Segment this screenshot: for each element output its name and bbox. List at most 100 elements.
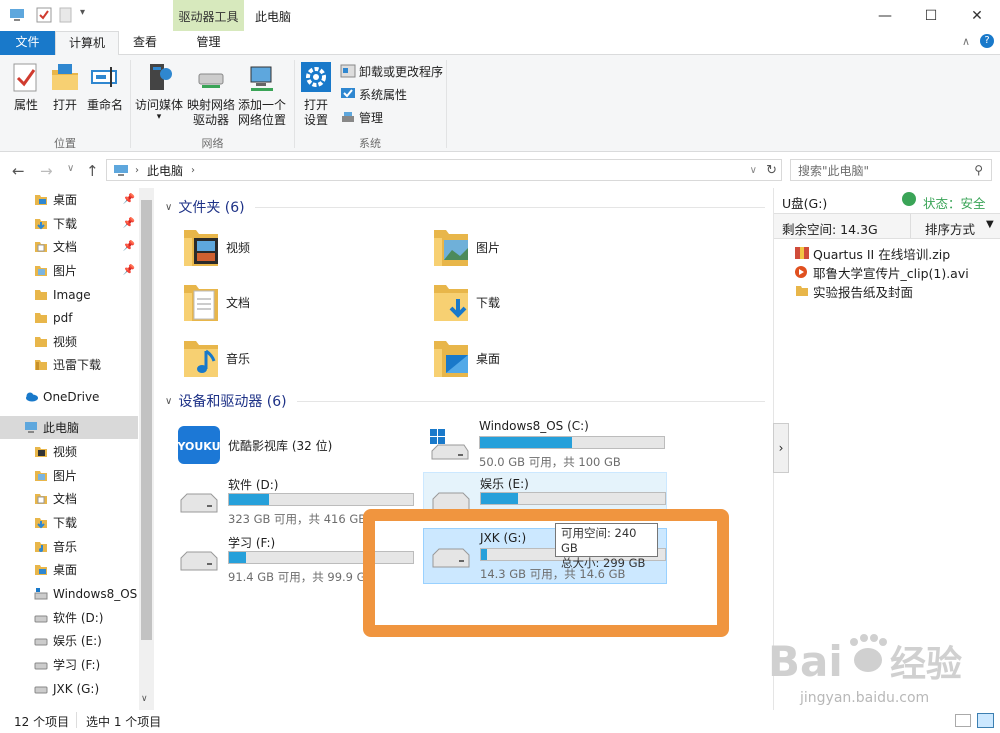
pin-icon[interactable]: 📌 — [123, 265, 135, 276]
sidebar-item-pc-downloads[interactable]: 下载 — [0, 511, 138, 534]
drive-icon — [34, 662, 48, 670]
sidebar-item-pc-music[interactable]: 音乐 — [0, 535, 138, 558]
file-name: Quartus II 在线培训.zip — [813, 246, 951, 262]
folder-videos[interactable]: 视频 — [182, 226, 250, 268]
window-title: 此电脑 — [255, 10, 292, 24]
tab-computer[interactable]: 计算机 — [55, 31, 119, 56]
manage-button[interactable]: 管理 — [340, 106, 383, 128]
breadcrumb-separator-icon[interactable]: › — [191, 165, 195, 176]
tab-file[interactable]: 文件 — [0, 31, 55, 55]
new-folder-quick-icon[interactable] — [59, 7, 73, 23]
breadcrumb-separator-icon: › — [135, 164, 139, 176]
baidu-logo-icon: Bai 经验 — [768, 634, 962, 686]
properties-button[interactable]: 属性 — [8, 62, 44, 113]
tab-manage[interactable]: 管理 — [173, 31, 244, 55]
add-network-location-button[interactable]: 添加一个 网络位置 — [236, 62, 288, 128]
map-drive-label-2: 驱动器 — [192, 113, 229, 127]
preview-toggle-button[interactable]: › — [773, 423, 789, 473]
large-icons-view-icon[interactable] — [977, 713, 994, 728]
maximize-button[interactable]: ☐ — [908, 0, 954, 31]
devices-header-text: 设备和驱动器 (6) — [178, 394, 287, 410]
breadcrumb-this-pc[interactable]: 此电脑 — [147, 162, 183, 179]
sidebar-item-pc-pictures[interactable]: 图片 — [0, 464, 138, 487]
sidebar-scroll-thumb[interactable] — [141, 200, 152, 640]
sidebar-item-drive-d[interactable]: 软件 (D:) — [0, 606, 138, 629]
open-settings-button[interactable]: 打开 设置 — [298, 62, 334, 128]
details-view-icon[interactable] — [955, 714, 971, 727]
recent-dropdown-icon[interactable]: ∨ — [67, 163, 74, 174]
drive-space-info: 50.0 GB 可用，共 100 GB — [479, 455, 621, 469]
access-media-button[interactable]: 访问媒体 ▾ — [134, 62, 184, 122]
sidebar-item-documents[interactable]: 文档 📌 — [0, 235, 138, 258]
up-button[interactable]: ↑ — [86, 162, 99, 180]
folder-documents[interactable]: 文档 — [182, 281, 250, 323]
drive-icon — [34, 638, 48, 646]
forward-button[interactable]: → — [40, 162, 53, 180]
rename-button[interactable]: 重命名 — [84, 62, 126, 113]
sidebar-item-drive-e[interactable]: 娱乐 (E:) — [0, 629, 138, 652]
downloads-folder-icon — [434, 285, 468, 321]
sidebar-item-label: 视频 — [53, 445, 78, 459]
computer-icon[interactable] — [9, 8, 25, 22]
refresh-icon[interactable]: ↻ — [766, 163, 777, 178]
system-properties-button[interactable]: 系统属性 — [340, 83, 407, 105]
back-button[interactable]: ← — [12, 162, 25, 180]
address-dropdown-icon[interactable]: ∨ — [750, 165, 757, 176]
sidebar-item-pc-desktop[interactable]: 桌面 — [0, 558, 138, 581]
pin-icon[interactable]: 📌 — [123, 218, 135, 229]
manage-icon — [342, 112, 354, 122]
help-icon[interactable]: ? — [980, 34, 994, 48]
drive-e[interactable]: 娱乐 (E:) — [423, 472, 667, 512]
folder-downloads[interactable]: 下载 — [432, 281, 500, 323]
close-button[interactable]: ✕ — [954, 0, 1000, 31]
ribbon-collapse-icon[interactable]: ∧ — [962, 35, 970, 48]
address-bar[interactable]: › 此电脑 › ∨ ↻ — [106, 159, 782, 181]
pin-icon[interactable]: 📌 — [123, 241, 135, 252]
properties-quick-icon[interactable] — [36, 7, 52, 23]
quick-access-dropdown-icon[interactable]: ▾ — [80, 7, 85, 18]
sidebar-item-pc-documents[interactable]: 文档 — [0, 487, 138, 510]
tab-view[interactable]: 查看 — [119, 31, 171, 55]
open-button[interactable]: 打开 — [48, 62, 82, 113]
map-network-drive-button[interactable]: 映射网络 驱动器 — [186, 62, 236, 128]
downloads-folder-icon — [35, 219, 47, 230]
svg-text:YOUKU: YOUKU — [176, 440, 220, 453]
devices-section-header[interactable]: ∨ 设备和驱动器 (6) — [165, 391, 765, 411]
sort-button[interactable]: 排序方式 — [925, 219, 975, 238]
folders-section-header[interactable]: ∨ 文件夹 (6) — [165, 197, 765, 217]
minimize-button[interactable]: — — [862, 0, 908, 31]
folder-pictures[interactable]: 图片 — [432, 226, 500, 268]
uninstall-programs-button[interactable]: 卸载或更改程序 — [340, 60, 443, 82]
svg-text:经验: 经验 — [890, 644, 962, 685]
group-separator — [446, 60, 447, 148]
search-icon[interactable]: ⚲ — [974, 163, 983, 177]
sidebar-item-xunlei[interactable]: 迅雷下载 — [0, 353, 138, 376]
pin-icon[interactable]: 📌 — [123, 194, 135, 205]
sidebar-item-label: 娱乐 (E:) — [53, 634, 102, 648]
folders-header-text: 文件夹 (6) — [178, 200, 245, 216]
sidebar-item-onedrive[interactable]: OneDrive — [0, 385, 138, 408]
scroll-down-icon[interactable]: ∨ — [141, 694, 148, 704]
rename-icon — [91, 67, 117, 87]
windows-drive-icon — [430, 429, 469, 460]
sidebar-item-videos-folder[interactable]: 视频 — [0, 330, 138, 353]
sidebar-item-this-pc[interactable]: 此电脑 — [0, 416, 138, 439]
sidebar-item-image[interactable]: Image — [0, 283, 138, 306]
folder-desktop[interactable]: 桌面 — [432, 337, 500, 379]
youku-label: 优酷影视库 (32 位) — [228, 438, 333, 453]
sidebar-item-downloads[interactable]: 下载 📌 — [0, 212, 138, 235]
preview-file-item[interactable]: 实验报告纸及封面 — [794, 280, 913, 302]
sidebar-item-drive-c[interactable]: Windows8_OS — [0, 582, 138, 605]
sort-dropdown-icon[interactable]: ▼ — [986, 219, 994, 230]
search-input[interactable]: 搜索"此电脑" ⚲ — [790, 159, 992, 181]
videos-folder-icon — [184, 230, 218, 266]
drive-c[interactable]: Windows8_OS (C:) 50.0 GB 可用，共 100 GB — [423, 417, 667, 473]
folder-music[interactable]: 音乐 — [182, 337, 250, 379]
sidebar-item-drive-g[interactable]: JXK (G:) — [0, 677, 138, 700]
sidebar-item-pictures[interactable]: 图片 📌 — [0, 259, 138, 282]
youku-library[interactable]: YOUKU 优酷影视库 (32 位) — [176, 424, 332, 466]
sidebar-item-pc-videos[interactable]: 视频 — [0, 440, 138, 463]
sidebar-item-desktop[interactable]: 桌面 📌 — [0, 188, 138, 211]
sidebar-item-drive-f[interactable]: 学习 (F:) — [0, 653, 138, 676]
sidebar-item-pdf[interactable]: pdf — [0, 306, 138, 329]
